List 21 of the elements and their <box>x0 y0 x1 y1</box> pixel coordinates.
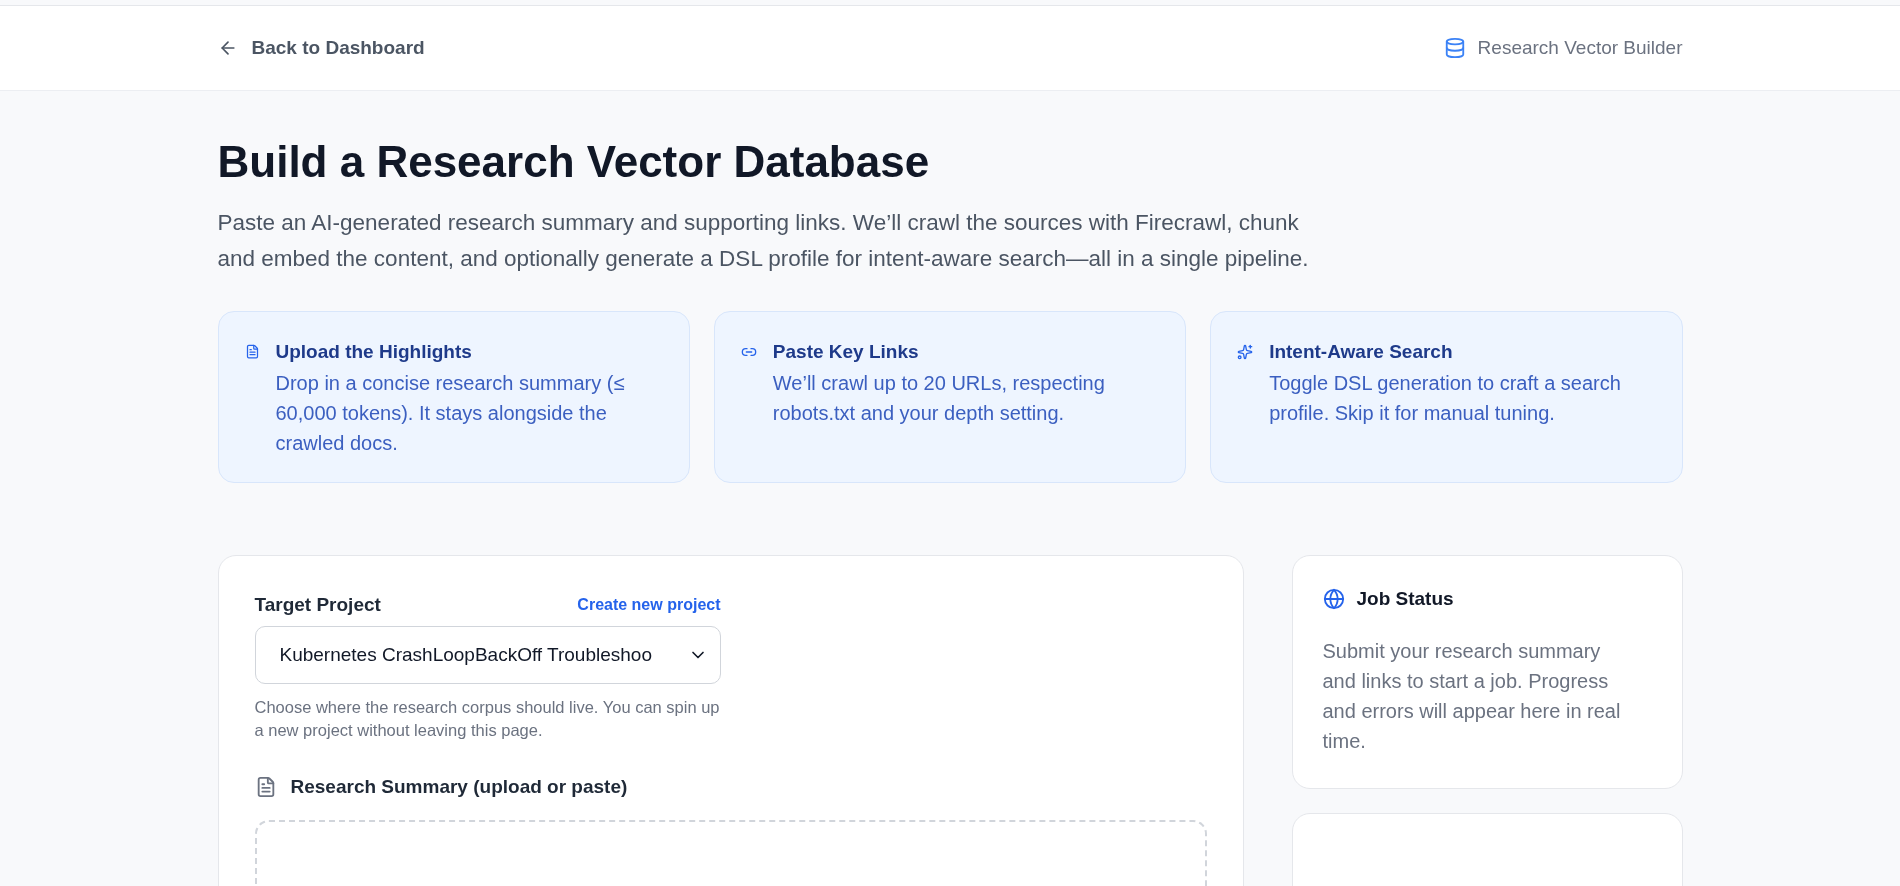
feature-title: Intent-Aware Search <box>1269 340 1454 364</box>
globe-icon <box>1322 588 1345 610</box>
feature-text: Drop in a concise research summary (≤ 60,000 tokens). It stays alongside the crawled docs. <box>275 371 626 456</box>
page-title: Build a Research Vector Database <box>217 137 931 187</box>
feature-text: Toggle DSL generation to craft a search profile. Skip it for manual tuning. <box>1269 371 1622 426</box>
card-title: Job Status <box>1356 588 1454 610</box>
section-label: Research Summary (upload or paste) <box>290 776 628 798</box>
create-project-link[interactable]: Create new project <box>577 596 721 614</box>
document-icon <box>244 344 260 359</box>
feature-title: Paste Key Links <box>772 340 920 364</box>
back-link[interactable]: Back to Dashboard <box>217 37 425 59</box>
status-text: Submit your research summary and links to start a job. Progress and errors will appear here in real time. <box>1322 639 1622 754</box>
feature-text: We’ll crawl up to 20 URLs, respecting robots.txt and your depth setting. <box>772 371 1106 426</box>
project-select[interactable]: Kubernetes CrashLoopBackOff Troubleshoo <box>254 626 721 684</box>
help-text: Choose where the research corpus should live. You can spin up a new project without leaving this page. <box>254 697 721 741</box>
sparkles-icon <box>1237 344 1254 360</box>
database-icon <box>1443 37 1466 59</box>
field-label: Target Project <box>254 594 381 616</box>
feature-title: Upload the Highlights <box>275 340 473 364</box>
intro-text: Paste an AI-generated research summary and supporting links. We’ll crawl the sources with Firecrawl, chunk and embed the content, and optionally generate a DSL profile for intent-aware search—all in a single pipeline. <box>217 209 1310 273</box>
app-name: Research Vector Builder <box>1477 37 1683 59</box>
